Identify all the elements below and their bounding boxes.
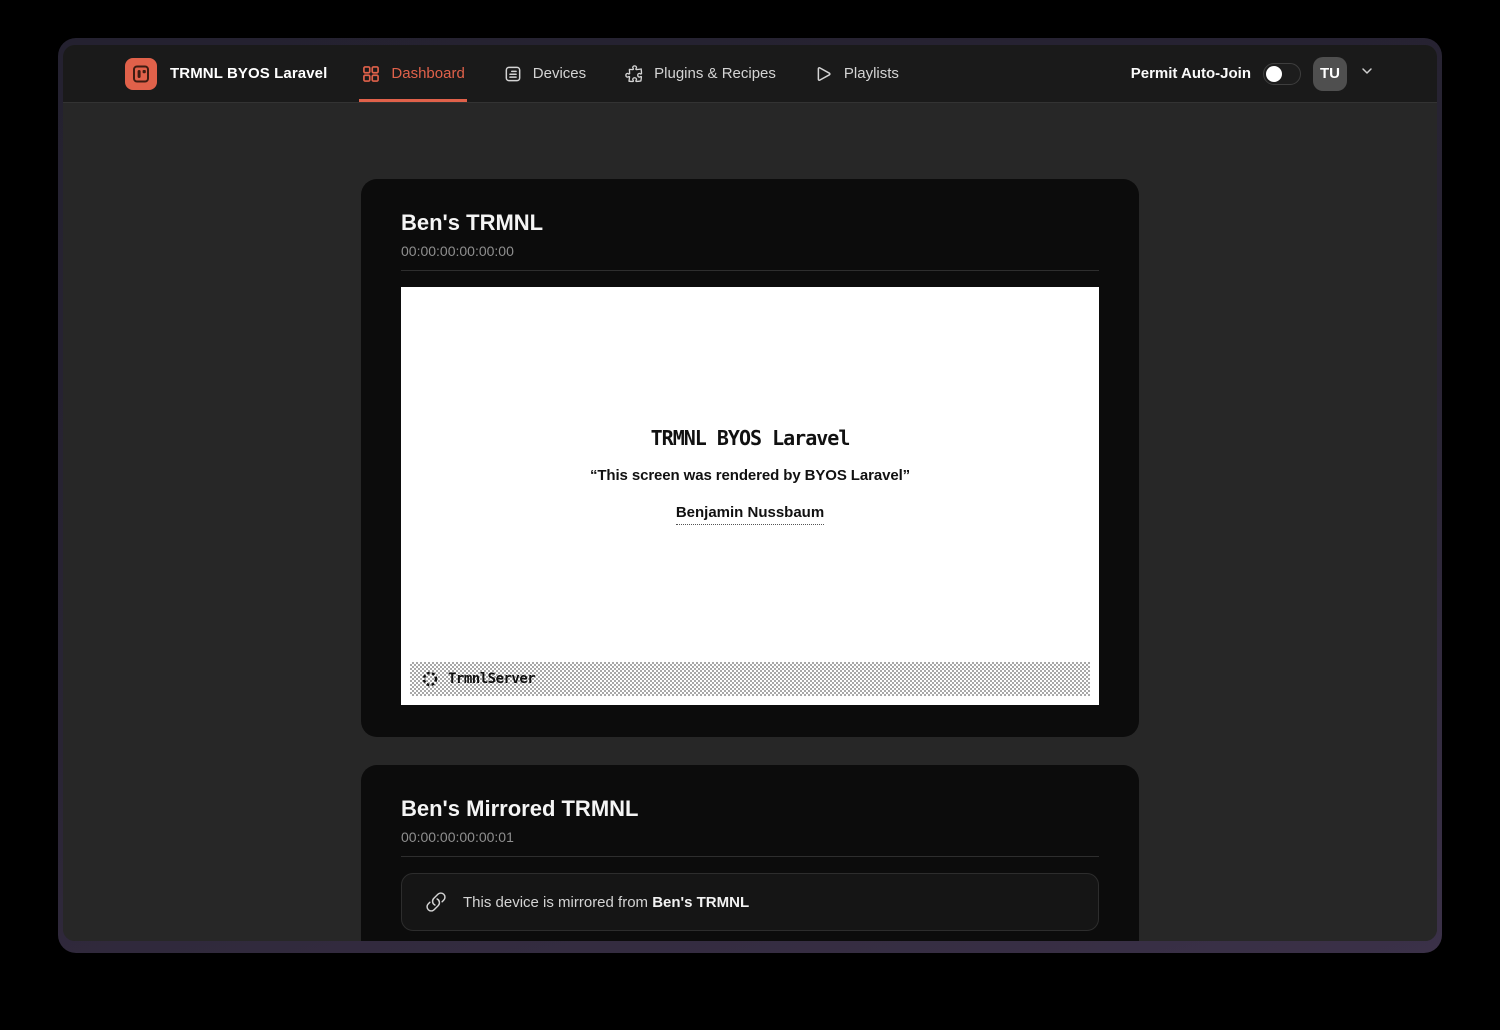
primary-nav: Dashboard Devices [359, 45, 901, 102]
screen-author-row: Benjamin Nussbaum [401, 503, 1099, 523]
device-mac-address: 00:00:00:00:00:00 [401, 241, 1099, 261]
device-mac-address: 00:00:00:00:00:01 [401, 827, 1099, 847]
journal-icon [503, 64, 523, 84]
nav-item-devices[interactable]: Devices [501, 45, 588, 102]
user-avatar[interactable]: TU [1313, 57, 1347, 91]
screen-status-label: TrmnlServer [448, 671, 535, 687]
app-window-inner: TRMNL BYOS Laravel Dashboard [63, 45, 1437, 941]
nav-label-devices: Devices [533, 65, 586, 82]
mirror-note: This device is mirrored from Ben's TRMNL [463, 894, 749, 911]
screen-status-bar: TrmnlServer [410, 662, 1090, 696]
brand-title: TRMNL BYOS Laravel [170, 65, 327, 82]
card-divider [401, 856, 1099, 857]
screen-quote: “This screen was rendered by BYOS Larave… [401, 466, 1099, 486]
screen-author-link: Benjamin Nussbaum [676, 504, 824, 525]
main-content: Ben's TRMNL 00:00:00:00:00:00 TRMNL BYOS… [63, 103, 1437, 941]
mirror-info-box: This device is mirrored from Ben's TRMNL [401, 873, 1099, 931]
topbar-right-controls: Permit Auto-Join TU [1131, 45, 1375, 102]
eink-screen-preview: TRMNL BYOS Laravel “This screen was rend… [401, 287, 1099, 705]
nav-item-playlists[interactable]: Playlists [812, 45, 901, 102]
mirror-source-device: Ben's TRMNL [652, 894, 749, 911]
device-card-bens-mirrored-trmnl: Ben's Mirrored TRMNL 00:00:00:00:00:01 T… [361, 765, 1139, 941]
user-menu-chevron[interactable] [1359, 63, 1375, 84]
top-navigation-bar: TRMNL BYOS Laravel Dashboard [63, 45, 1437, 103]
app-window: TRMNL BYOS Laravel Dashboard [58, 38, 1442, 953]
device-title: Ben's Mirrored TRMNL [401, 795, 1099, 823]
toggle-knob [1266, 66, 1282, 82]
brand[interactable]: TRMNL BYOS Laravel [125, 45, 327, 102]
puzzle-icon [624, 64, 644, 84]
card-divider [401, 270, 1099, 271]
screen-heading: TRMNL BYOS Laravel [401, 287, 1099, 450]
permit-auto-join-toggle[interactable] [1263, 63, 1301, 85]
device-card-stack: Ben's TRMNL 00:00:00:00:00:00 TRMNL BYOS… [361, 179, 1139, 941]
nav-item-dashboard[interactable]: Dashboard [359, 45, 466, 102]
device-title: Ben's TRMNL [401, 209, 1099, 237]
nav-label-playlists: Playlists [844, 65, 899, 82]
mirror-note-prefix: This device is mirrored from [463, 894, 652, 911]
device-card-bens-trmnl: Ben's TRMNL 00:00:00:00:00:00 TRMNL BYOS… [361, 179, 1139, 737]
chevron-down-icon [1359, 63, 1375, 84]
spinner-icon [421, 670, 439, 688]
permit-auto-join-label: Permit Auto-Join [1131, 65, 1251, 82]
nav-item-plugins-recipes[interactable]: Plugins & Recipes [622, 45, 778, 102]
nav-label-dashboard: Dashboard [391, 65, 464, 82]
trmnl-logo-icon [125, 58, 157, 90]
play-icon [814, 64, 834, 84]
nav-label-plugins-recipes: Plugins & Recipes [654, 65, 776, 82]
link-icon [425, 891, 447, 913]
grid-icon [361, 64, 381, 84]
